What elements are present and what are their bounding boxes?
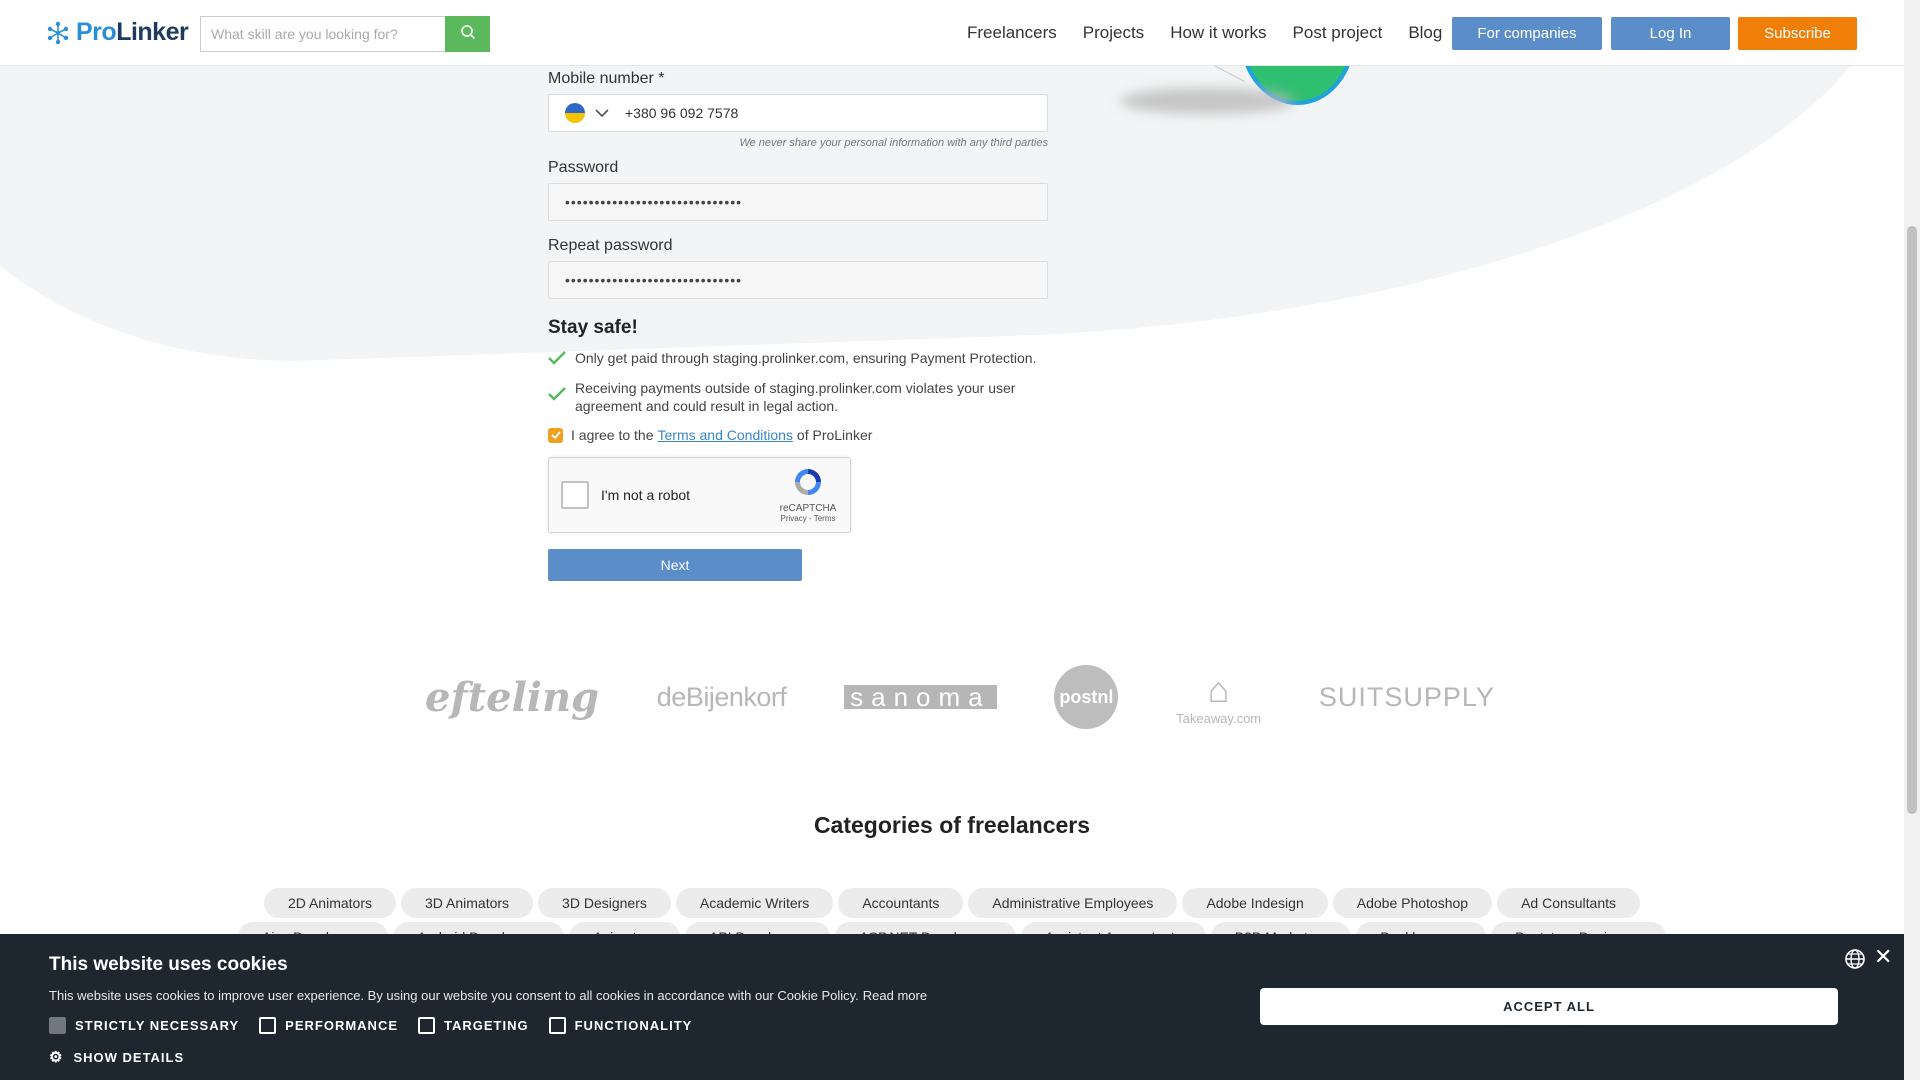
functionality-checkbox[interactable] — [548, 1017, 566, 1034]
privacy-hint: We never share your personal information… — [739, 137, 1048, 149]
suitsupply-logo: SUITSUPPLY — [1318, 681, 1495, 712]
recaptcha-links[interactable]: Privacy - Terms — [776, 514, 840, 523]
recaptcha-icon — [792, 469, 824, 502]
category-chip[interactable]: Adobe Indesign — [1182, 888, 1328, 918]
main-nav: Freelancers Projects How it works Post p… — [967, 23, 1442, 43]
search-icon — [460, 24, 476, 45]
safe-item-text: Receiving payments outside of staging.pr… — [575, 380, 1016, 414]
option-functionality[interactable]: FUNCTIONALITY — [548, 1017, 693, 1034]
search-bar — [200, 16, 490, 52]
logo-icon — [46, 21, 70, 45]
mobile-value: +380 96 092 7578 — [625, 105, 739, 121]
option-label: PERFORMANCE — [285, 1018, 399, 1033]
password-value: •••••••••••••••••••••••••••••• — [565, 194, 743, 210]
logo-text: ProLinker — [76, 18, 189, 47]
house-icon: ⌂ — [1207, 668, 1230, 710]
terms-checkbox[interactable] — [548, 427, 563, 443]
brand-logos: efteling deBijenkorf sanoma postnl ⌂ Tak… — [425, 662, 1495, 732]
scrollbar-thumb[interactable] — [1907, 226, 1917, 814]
recaptcha-logo: reCAPTCHA Privacy - Terms — [776, 466, 840, 523]
categories-title: Categories of freelancers — [813, 812, 1091, 838]
safe-item-text: Only get paid through staging.prolinker.… — [575, 350, 1037, 366]
category-chip[interactable]: Accountants — [838, 888, 964, 918]
badge-shadow-decoration — [1120, 88, 1295, 114]
nav-how-it-works[interactable]: How it works — [1170, 23, 1266, 43]
performance-checkbox[interactable] — [259, 1017, 277, 1034]
category-chip[interactable]: 3D Designers — [538, 888, 671, 918]
nav-post-project[interactable]: Post project — [1293, 23, 1383, 43]
option-strictly-necessary[interactable]: STRICTLY NECESSARY — [49, 1017, 239, 1034]
option-performance[interactable]: PERFORMANCE — [259, 1017, 398, 1034]
category-chip[interactable]: 3D Animators — [401, 888, 534, 918]
nav-projects[interactable]: Projects — [1083, 23, 1144, 43]
header: ProLinker Freelancers Projects How it wo… — [0, 0, 1904, 66]
nav-blog[interactable]: Blog — [1408, 23, 1442, 43]
sanoma-logo: sanoma — [844, 682, 997, 712]
strictly-necessary-checkbox[interactable] — [49, 1017, 66, 1034]
repeat-password-value: •••••••••••••••••••••••••••••• — [565, 272, 743, 288]
agree-prefix: I agree to the — [571, 427, 654, 443]
chevron-down-icon[interactable] — [595, 105, 609, 121]
login-button[interactable]: Log In — [1611, 17, 1730, 50]
option-targeting[interactable]: TARGETING — [418, 1017, 529, 1034]
stay-safe-heading: Stay safe! — [548, 317, 638, 338]
option-label: STRICTLY NECESSARY — [75, 1018, 240, 1033]
cookie-text: This website uses cookies to improve use… — [49, 988, 927, 1003]
repeat-password-label: Repeat password — [548, 237, 673, 254]
close-icon[interactable]: ✕ — [1874, 944, 1892, 970]
password-field[interactable]: •••••••••••••••••••••••••••••• — [548, 183, 1048, 221]
recaptcha-widget: I'm not a robot reCAPTCHA Privacy - Term… — [548, 457, 851, 533]
logo[interactable]: ProLinker — [46, 18, 189, 47]
mobile-label: Mobile number * — [548, 70, 665, 87]
safe-item: Receiving payments outside of staging.pr… — [548, 379, 1048, 415]
next-button[interactable]: Next — [548, 549, 802, 581]
page-scrollbar[interactable] — [1904, 0, 1920, 1080]
for-companies-button[interactable]: For companies — [1452, 17, 1602, 50]
cookie-banner: This website uses cookies This website u… — [0, 934, 1904, 1080]
show-details-label: SHOW DETAILS — [73, 1049, 185, 1065]
password-label: Password — [548, 159, 619, 176]
option-label: TARGETING — [444, 1018, 529, 1033]
takeaway-logo-text: Takeaway.com — [1176, 710, 1262, 726]
takeaway-logo: ⌂ Takeaway.com — [1176, 669, 1261, 726]
category-chip[interactable]: Adobe Photoshop — [1332, 888, 1493, 918]
cookie-description: This website uses cookies to improve use… — [49, 988, 859, 1003]
recaptcha-checkbox[interactable] — [561, 481, 589, 509]
gear-icon: ⚙ — [49, 1049, 64, 1066]
show-details-button[interactable]: ⚙ SHOW DETAILS — [49, 1048, 184, 1066]
cookie-title: This website uses cookies — [49, 954, 288, 975]
search-button[interactable] — [445, 16, 490, 52]
read-more-link[interactable]: Read more — [863, 988, 927, 1003]
agree-suffix: of ProLinker — [796, 427, 873, 443]
targeting-checkbox[interactable] — [418, 1017, 436, 1034]
globe-icon[interactable] — [1844, 948, 1866, 975]
option-label: FUNCTIONALITY — [574, 1018, 693, 1033]
ukraine-flag-icon[interactable] — [565, 103, 585, 123]
category-chip[interactable]: Administrative Employees — [968, 888, 1178, 918]
recaptcha-brand: reCAPTCHA — [779, 503, 837, 514]
categories-row: 2D Animators 3D Animators 3D Designers A… — [0, 888, 1904, 918]
search-input[interactable] — [200, 16, 445, 52]
logo-text-linker: Linker — [116, 18, 189, 46]
terms-link[interactable]: Terms and Conditions — [658, 427, 793, 443]
safe-item: Only get paid through staging.prolinker.… — [548, 349, 1048, 369]
logo-text-pro: Pro — [76, 18, 117, 46]
checkmark-icon — [548, 387, 566, 405]
nav-freelancers[interactable]: Freelancers — [967, 23, 1057, 43]
subscribe-button[interactable]: Subscribe — [1738, 17, 1857, 50]
cookie-options: STRICTLY NECESSARY PERFORMANCE TARGETING… — [49, 1017, 692, 1034]
efteling-logo: efteling — [425, 673, 600, 721]
recaptcha-label: I'm not a robot — [601, 487, 691, 503]
postnl-logo: postnl — [1054, 665, 1119, 729]
mobile-field[interactable]: +380 96 092 7578 — [548, 94, 1048, 132]
category-chip[interactable]: Ad Consultants — [1497, 888, 1641, 918]
checkmark-icon — [548, 351, 566, 369]
terms-agreement: I agree to the Terms and Conditions of P… — [548, 427, 1048, 443]
registration-form: Mobile number * +380 96 092 7578 We neve… — [548, 70, 1048, 581]
accept-all-button[interactable]: ACCEPT ALL — [1260, 988, 1838, 1025]
category-chip[interactable]: 2D Animators — [263, 888, 396, 918]
bijenkorf-logo: deBijenkorf — [656, 681, 787, 712]
category-chip[interactable]: Academic Writers — [675, 888, 834, 918]
repeat-password-field[interactable]: •••••••••••••••••••••••••••••• — [548, 261, 1048, 299]
